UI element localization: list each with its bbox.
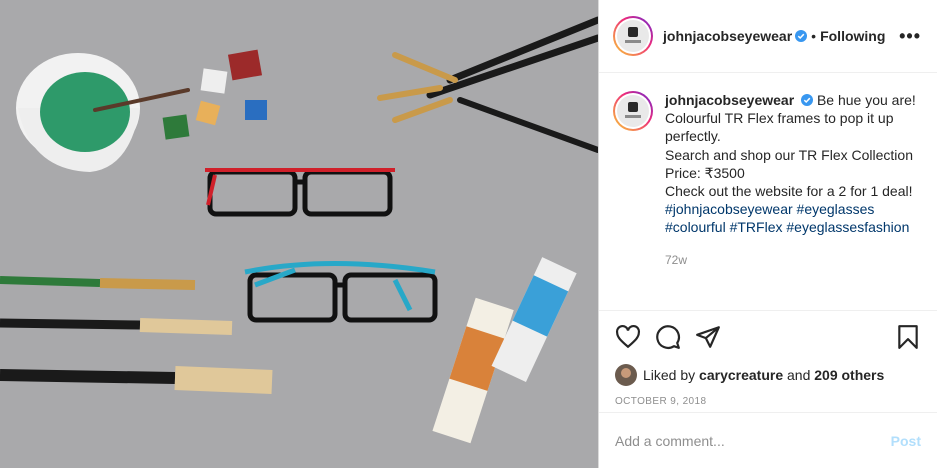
comment-input[interactable] xyxy=(615,432,891,449)
post-sidebar: johnjacobseyewear • Following ••• johnja… xyxy=(598,0,937,468)
post-header: johnjacobseyewear • Following ••• xyxy=(599,0,937,73)
post-photo-illustration xyxy=(0,16,598,444)
author-avatar[interactable] xyxy=(613,16,653,56)
caption-username[interactable]: johnjacobseyewear xyxy=(665,92,794,108)
caption-text: johnjacobseyewear Be hue you are! Colour… xyxy=(665,91,921,310)
post-date[interactable]: OCTOBER 9, 2018 xyxy=(599,388,937,412)
post-image[interactable] xyxy=(0,0,598,468)
caption-avatar[interactable] xyxy=(613,91,653,131)
caption-line: Check out the website for a 2 for 1 deal… xyxy=(665,183,913,200)
following-button[interactable]: Following xyxy=(820,28,885,44)
comment-icon[interactable] xyxy=(655,324,681,350)
caption-line: Search and shop our TR Flex Collection xyxy=(665,146,913,163)
liked-by-and: and xyxy=(787,367,811,383)
caption-age[interactable]: 72w xyxy=(665,251,921,269)
header-separator: • xyxy=(811,28,817,44)
caption-line: Price: ₹3500 xyxy=(665,164,745,181)
likes-count[interactable]: 209 others xyxy=(814,367,884,383)
more-horizontal-icon[interactable]: ••• xyxy=(899,26,921,47)
liked-by-prefix: Liked by xyxy=(643,367,696,383)
hashtag-link[interactable]: #colourful xyxy=(665,219,726,235)
hashtag-link[interactable]: #TRFlex xyxy=(730,219,783,235)
caption-line: Colourful TR Flex frames to pop it up pe… xyxy=(665,110,894,145)
hashtag-link[interactable]: #johnjacobseyewear xyxy=(665,201,793,217)
likes-summary: Liked by carycreature and 209 others xyxy=(599,362,937,388)
post-comment-button[interactable]: Post xyxy=(891,433,921,449)
bookmark-icon[interactable] xyxy=(895,324,921,350)
brand-logo xyxy=(617,95,649,127)
action-bar xyxy=(599,310,937,362)
liker-username[interactable]: carycreature xyxy=(699,367,783,383)
author-username[interactable]: johnjacobseyewear xyxy=(663,28,792,44)
hashtag-link[interactable]: #eyeglasses xyxy=(797,201,875,217)
heart-icon[interactable] xyxy=(615,324,641,350)
caption-line: Be hue you are! xyxy=(816,92,916,108)
verified-badge-icon xyxy=(795,30,808,42)
share-icon[interactable] xyxy=(695,324,721,350)
liker-avatar[interactable] xyxy=(615,364,637,386)
comment-box: Post xyxy=(599,412,937,468)
post-caption: johnjacobseyewear Be hue you are! Colour… xyxy=(599,73,937,310)
brand-logo xyxy=(617,20,649,52)
hashtag-link[interactable]: #eyeglassesfashion xyxy=(786,219,909,235)
instagram-post: johnjacobseyewear • Following ••• johnja… xyxy=(0,0,937,468)
verified-badge-icon xyxy=(801,94,814,106)
